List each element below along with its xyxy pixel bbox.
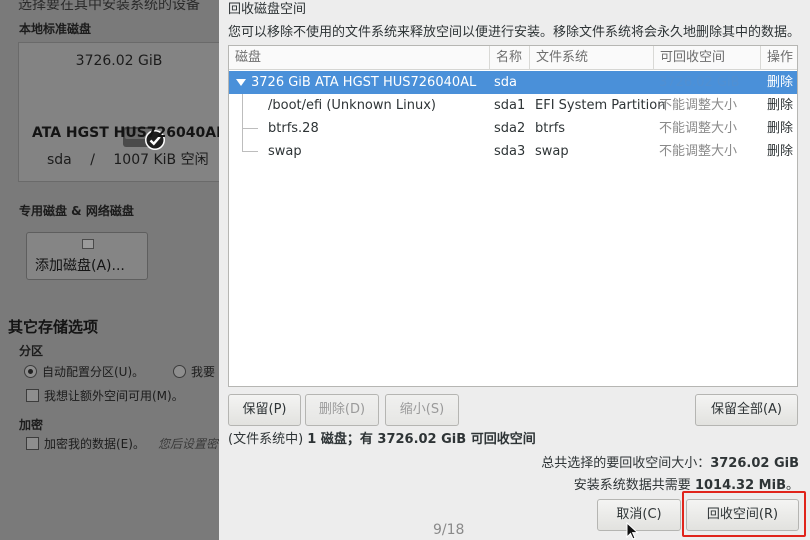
row-action[interactable]: 删除	[767, 140, 793, 163]
row-filesystem: swap	[535, 144, 569, 159]
row-name: sda	[494, 75, 517, 90]
column-name[interactable]: 名称	[490, 46, 530, 70]
encrypt-option[interactable]: 加密我的数据(E)。 您后设置密	[26, 435, 218, 452]
column-disk[interactable]: 磁盘	[229, 46, 490, 70]
table-row-disk[interactable]: 3726 GiB ATA HGST HUS726040AL sda 3726.0…	[229, 71, 797, 94]
auto-partition-radio[interactable]	[24, 365, 37, 378]
encrypt-hint: 您后设置密	[157, 437, 218, 451]
reclaim-space-dialog: 回收磁盘空间 您可以移除不使用的文件系统来释放空间以便进行安装。移除文件系统将会…	[219, 0, 810, 540]
table-row-partition[interactable]: swap sda3 swap 不能调整大小 删除	[229, 140, 797, 163]
shrink-button[interactable]: 缩小(S)	[385, 394, 459, 426]
selected-total-label: 总共选择的要回收空间大小：	[541, 456, 711, 471]
row-filesystem: btrfs	[535, 121, 566, 136]
extra-space-checkbox[interactable]	[26, 389, 39, 402]
auto-partition-option[interactable]: 自动配置分区(U)。	[24, 363, 144, 380]
required-space-label: 安装系统数据共需要	[573, 478, 691, 493]
add-disk-label: 添加磁盘(A)...	[35, 258, 125, 274]
manual-partition-option[interactable]: 我要	[173, 363, 215, 380]
row-name: sda3	[494, 144, 526, 159]
row-action[interactable]: 删除	[767, 117, 793, 140]
selected-total-value: 3726.02 GiB	[710, 456, 799, 471]
add-disk-button[interactable]: 添加磁盘(A)...	[26, 232, 148, 280]
expander-down-icon[interactable]	[236, 78, 246, 87]
partition-label: 分区	[19, 344, 44, 358]
summary-prefix: (文件系统中)	[228, 432, 304, 447]
row-reclaimable: 不能调整大小	[659, 144, 738, 159]
disk-meta: sda / 1007 KiB 空闲	[47, 149, 209, 169]
dialog-title: 回收磁盘空间	[228, 2, 307, 17]
summary-disks: 1 磁盘；有 3726.02 GiB 可回收空间	[307, 432, 536, 447]
preserve-button[interactable]: 保留(P)	[228, 394, 301, 426]
disk-size: 3726.02 GiB	[75, 53, 163, 69]
encrypt-checkbox[interactable]	[26, 437, 39, 450]
extra-space-option[interactable]: 我想让额外空间可用(M)。	[26, 387, 184, 404]
column-reclaimable[interactable]: 可回收空间	[654, 46, 761, 70]
page-indicator: 9/18	[433, 522, 465, 538]
encryption-label: 加密	[19, 418, 44, 432]
row-disk-label: /boot/efi (Unknown Linux)	[268, 98, 436, 113]
disk-card[interactable]: 3726.02 GiB ATA HGST HUS726040AL sda / 1…	[18, 42, 225, 182]
other-storage-options-title: 其它存储选项	[8, 318, 99, 336]
disk-device: sda	[47, 152, 72, 168]
extra-space-label: 我想让额外空间可用(M)。	[44, 389, 184, 403]
manual-partition-label: 我要	[191, 365, 216, 379]
row-reclaimable: 3726.02 GiB	[659, 75, 740, 90]
encrypt-label: 加密我的数据(E)。	[44, 437, 145, 451]
column-filesystem[interactable]: 文件系统	[530, 46, 654, 70]
filesystem-table: 磁盘 名称 文件系统 可回收空间 操作 3726 GiB ATA HGST HU…	[228, 45, 798, 387]
manual-partition-radio[interactable]	[173, 365, 186, 378]
delete-button[interactable]: 删除(D)	[305, 394, 379, 426]
row-filesystem: EFI System Partition	[535, 98, 666, 113]
row-reclaimable: 不能调整大小	[659, 121, 738, 136]
table-header: 磁盘 名称 文件系统 可回收空间 操作	[229, 46, 797, 70]
preserve-all-button[interactable]: 保留全部(A)	[695, 394, 798, 426]
table-row-partition[interactable]: /boot/efi (Unknown Linux) sda1 EFI Syste…	[229, 94, 797, 117]
table-row-partition[interactable]: btrfs.28 sda2 btrfs 不能调整大小 删除	[229, 117, 797, 140]
row-reclaimable: 不能调整大小	[659, 98, 738, 113]
special-disks-label: 专用磁盘 & 网络磁盘	[19, 204, 134, 218]
row-name: sda1	[494, 98, 526, 113]
reclaim-button-highlight	[682, 491, 806, 537]
disk-separator: /	[90, 152, 95, 168]
row-action[interactable]: 删除	[767, 71, 793, 94]
local-disks-label: 本地标准磁盘	[19, 22, 92, 36]
dialog-description: 您可以移除不使用的文件系统来释放空间以便进行安装。移除文件系统将会永久地删除其中…	[228, 25, 801, 40]
device-selection-title: 选择要在其中安装系统的设备	[18, 0, 200, 13]
disk-model: ATA HGST HUS726040AL	[32, 125, 226, 141]
mouse-pointer-icon	[626, 522, 639, 540]
row-name: sda2	[494, 121, 526, 136]
reclaimable-summary: (文件系统中) 1 磁盘；有 3726.02 GiB 可回收空间	[228, 428, 536, 447]
row-disk-label: swap	[268, 144, 302, 159]
row-disk-label: 3726 GiB ATA HGST HUS726040AL	[251, 75, 477, 90]
disk-icon	[82, 239, 94, 249]
row-disk-label: btrfs.28	[268, 121, 319, 136]
selected-total: 总共选择的要回收空间大小：3726.02 GiB	[541, 452, 799, 471]
disk-free-space: 1007 KiB 空闲	[113, 152, 209, 168]
row-action[interactable]: 删除	[767, 94, 793, 117]
column-action[interactable]: 操作	[761, 46, 797, 70]
auto-partition-label: 自动配置分区(U)。	[42, 365, 145, 379]
